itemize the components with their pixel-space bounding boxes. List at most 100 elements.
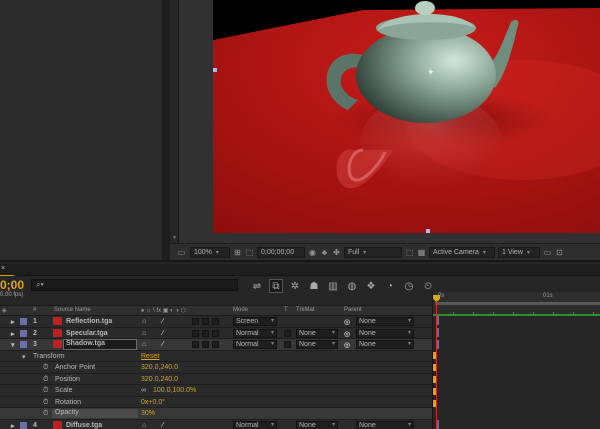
switches-column-header[interactable]: ♠ ☼ \ fx ▣ ◐ ◑ ⬡ <box>141 307 186 314</box>
layer-duration-bar[interactable] <box>437 420 439 429</box>
layer-search-input[interactable]: ⌕▾ <box>31 279 238 291</box>
property-value[interactable]: 320.0,240.0 <box>141 364 178 371</box>
expand-arrow-icon[interactable]: ▸ <box>11 422 15 429</box>
safe-zones-icon[interactable]: ⊞ <box>233 247 242 258</box>
brainstorm-icon[interactable]: ❖ <box>364 279 378 293</box>
property-row[interactable]: ⏱ Scale ∞ 100.0,100.0% <box>0 385 432 397</box>
property-value[interactable]: 30% <box>141 410 155 417</box>
time-ruler[interactable]: 0s 01s <box>433 292 600 316</box>
layer-name[interactable]: Diffuse.tga <box>66 422 102 429</box>
composition-mini-flowchart-icon[interactable]: ⇌ <box>250 279 264 293</box>
parent-dropdown[interactable]: None <box>356 340 414 349</box>
fast-previews-icon[interactable]: ⊡ <box>555 247 564 258</box>
magnification-dropdown[interactable]: 100% <box>190 246 230 258</box>
quality-switch-icon[interactable]: ⁄ <box>162 422 163 429</box>
resolution-dropdown[interactable]: Full <box>344 246 402 258</box>
live-update-icon[interactable]: ⧉ <box>269 279 283 293</box>
work-area-bar[interactable] <box>435 302 600 305</box>
shy-switch-icon[interactable]: ⌂ <box>142 318 146 325</box>
parent-dropdown[interactable]: None <box>356 420 414 429</box>
switch-checkbox[interactable] <box>192 341 199 348</box>
property-row[interactable]: ⏱ Position 320.0,240.0 <box>0 373 432 385</box>
blend-mode-dropdown[interactable]: Screen <box>233 317 277 326</box>
transform-reset-link[interactable]: Reset <box>141 353 159 360</box>
label-column-icon[interactable]: ◈ <box>2 307 7 314</box>
blend-mode-dropdown[interactable]: Normal <box>233 340 277 349</box>
composition-viewport[interactable]: ✦ <box>213 0 600 233</box>
layer-duration-bar-selected[interactable] <box>437 340 439 349</box>
constrain-proportions-icon[interactable]: ∞ <box>141 387 146 394</box>
scroll-down-arrow-icon[interactable]: ▾ <box>171 235 178 242</box>
stopwatch-icon[interactable]: ⏱ <box>43 376 48 384</box>
panel-divider[interactable] <box>162 0 170 260</box>
track-matte-dropdown[interactable]: None <box>296 328 338 338</box>
pick-whip-icon[interactable]: ◎ <box>344 330 350 338</box>
channel-icon[interactable]: ✤ <box>332 247 341 258</box>
preserve-transparency-checkbox[interactable] <box>284 329 291 337</box>
switch-checkbox[interactable] <box>202 318 209 325</box>
camera-view-dropdown[interactable]: Active Camera <box>429 246 495 258</box>
stopwatch-icon[interactable]: ⏱ <box>43 410 48 418</box>
switch-checkbox[interactable] <box>192 318 199 325</box>
show-snapshot-icon[interactable]: ♣ <box>320 247 329 258</box>
label-color-swatch[interactable] <box>20 329 27 337</box>
switch-checkbox[interactable] <box>192 329 199 337</box>
layer-name-edit[interactable]: Shadow.tga <box>63 339 137 350</box>
collapse-arrow-icon[interactable]: ▾ <box>11 341 15 349</box>
property-row[interactable]: ⏱ Anchor Point 320.0,240.0 <box>0 362 432 374</box>
stopwatch-icon[interactable]: ⏱ <box>43 399 48 407</box>
property-value[interactable]: 100.0,100.0% <box>153 387 196 394</box>
timeline-track-area[interactable]: 0s 01s <box>432 292 600 429</box>
layer-duration-bar[interactable] <box>437 316 439 325</box>
layer-duration-bar[interactable] <box>437 328 439 337</box>
label-color-swatch[interactable] <box>20 318 27 325</box>
draft-3d-icon[interactable]: ✲ <box>288 279 302 293</box>
layer-handle[interactable] <box>426 229 430 233</box>
property-row[interactable]: ⏱ Rotation 0x+0.0° <box>0 396 432 408</box>
stopwatch-icon[interactable]: ⏱ <box>43 387 48 395</box>
switch-checkbox[interactable] <box>212 341 219 348</box>
composition-vertical-scrollbar[interactable]: ▾ <box>170 0 179 243</box>
switch-checkbox[interactable] <box>212 318 219 325</box>
label-color-swatch[interactable] <box>20 341 27 348</box>
switch-checkbox[interactable] <box>212 329 219 337</box>
track-matte-dropdown[interactable]: None <box>296 340 338 349</box>
pick-whip-icon[interactable]: ◎ <box>344 341 350 349</box>
close-tab-icon[interactable]: × <box>1 265 5 272</box>
layer-handle[interactable] <box>213 68 217 72</box>
layer-row[interactable]: ▸ 1 Reflection.tga ⌂ ⁄ Screen ◎ None <box>0 316 432 328</box>
property-row-selected[interactable]: ⏱ Opacity 30% <box>0 408 432 420</box>
graph-editor-icon[interactable]: ◷ <box>402 279 416 293</box>
parent-column-header[interactable]: Parent <box>344 307 362 313</box>
always-preview-icon[interactable]: ▭ <box>176 247 187 258</box>
pixel-aspect-icon[interactable]: ▦ <box>417 247 426 258</box>
label-color-swatch[interactable] <box>20 421 27 429</box>
expand-arrow-icon[interactable]: ▸ <box>11 318 15 326</box>
quality-switch-icon[interactable]: ⁄ <box>162 330 163 337</box>
layer-row[interactable]: ▸ 4 Diffuse.tga ⌂ ⁄ Normal None None <box>0 419 432 429</box>
blend-mode-dropdown[interactable]: Normal <box>233 420 277 429</box>
track-matte-t-header[interactable]: T <box>284 307 288 313</box>
parent-dropdown[interactable]: None <box>356 328 414 338</box>
switch-checkbox[interactable] <box>202 341 209 348</box>
transparency-grid-icon[interactable]: ⬚ <box>405 247 414 258</box>
shy-switch-icon[interactable]: ⌂ <box>142 330 146 337</box>
parent-dropdown[interactable]: None <box>356 317 414 326</box>
collapse-arrow-icon[interactable]: ▾ <box>22 353 26 361</box>
shy-switch-icon[interactable]: ⌂ <box>142 422 146 429</box>
frame-blending-icon[interactable]: ▥ <box>326 279 340 293</box>
stopwatch-icon[interactable]: ⏱ <box>43 364 48 372</box>
track-matte-dropdown[interactable]: None <box>296 420 338 429</box>
trkmat-column-header[interactable]: TrkMat <box>296 307 314 313</box>
motion-blur-icon[interactable]: ◍ <box>345 279 359 293</box>
playhead-line[interactable] <box>436 302 437 429</box>
property-value[interactable]: 320.0,240.0 <box>141 376 178 383</box>
quality-switch-icon[interactable]: ⁄ <box>162 318 163 325</box>
preserve-transparency-checkbox[interactable] <box>284 341 291 348</box>
number-column-header[interactable]: # <box>33 307 36 313</box>
viewer-timecode[interactable]: 0;00;00;00 <box>257 246 305 258</box>
expand-arrow-icon[interactable]: ▸ <box>11 330 15 338</box>
snapshot-icon[interactable]: ◉ <box>308 247 317 258</box>
toggle-pixel-icon[interactable]: ▭ <box>543 247 552 258</box>
mode-column-header[interactable]: Mode <box>233 307 248 313</box>
